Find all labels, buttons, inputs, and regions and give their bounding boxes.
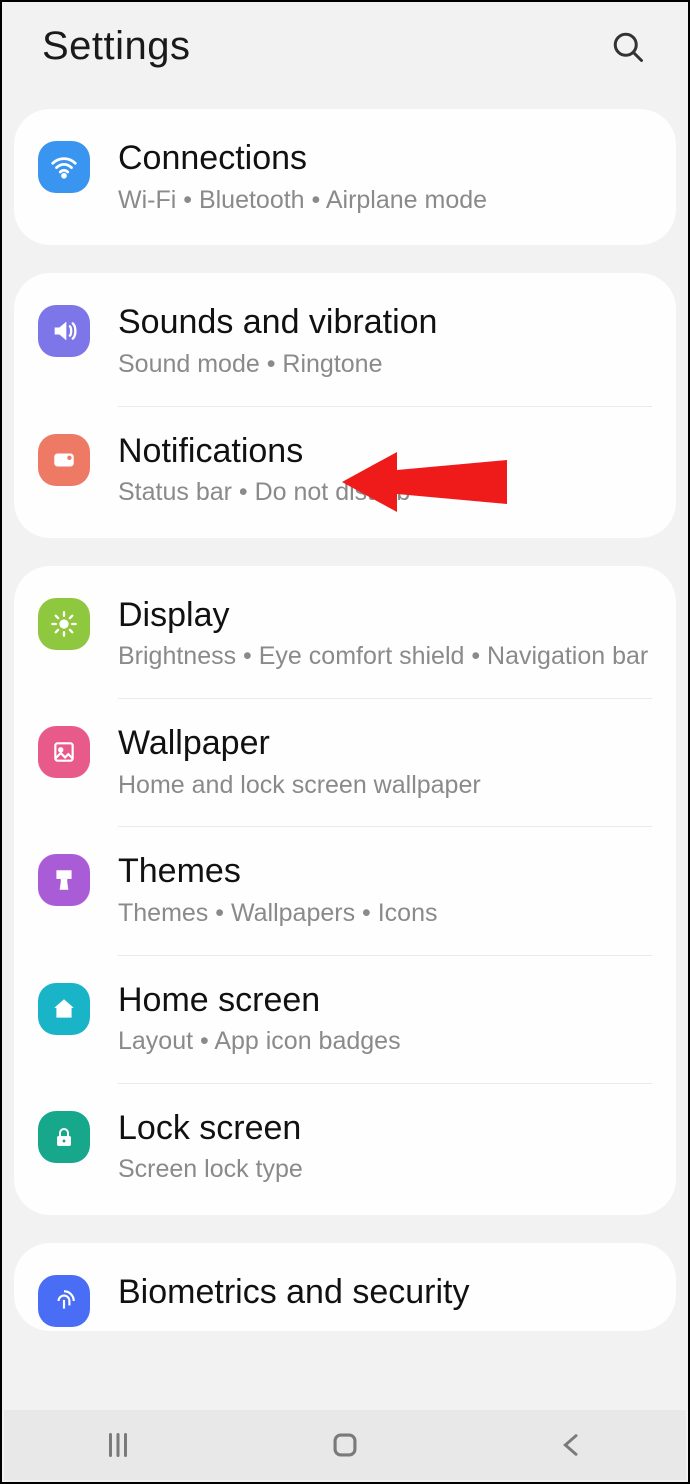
home-nav-icon (328, 1428, 362, 1462)
search-icon (610, 29, 646, 65)
sound-icon (38, 305, 90, 357)
settings-group: Display Brightness • Eye comfort shield … (14, 566, 676, 1215)
settings-item-notifications[interactable]: Notifications Status bar • Do not distur… (14, 406, 676, 534)
item-title: Connections (118, 137, 652, 180)
item-title: Themes (118, 850, 652, 893)
settings-group: Biometrics and security (14, 1243, 676, 1331)
search-button[interactable] (606, 25, 650, 69)
fingerprint-icon (38, 1275, 90, 1327)
item-subtitle: Sound mode • Ringtone (118, 348, 652, 382)
recents-icon (100, 1427, 136, 1463)
item-subtitle: Brightness • Eye comfort shield • Naviga… (118, 640, 652, 674)
item-subtitle: Screen lock type (118, 1153, 652, 1187)
settings-content: Connections Wi-Fi • Bluetooth • Airplane… (2, 109, 688, 1484)
nav-back-button[interactable] (512, 1415, 632, 1475)
image-icon (38, 726, 90, 778)
brightness-icon (38, 598, 90, 650)
item-title: Wallpaper (118, 722, 652, 765)
item-subtitle: Wi-Fi • Bluetooth • Airplane mode (118, 184, 652, 218)
item-title: Biometrics and security (118, 1271, 652, 1314)
home-icon (38, 983, 90, 1035)
settings-item-sounds[interactable]: Sounds and vibration Sound mode • Ringto… (14, 277, 676, 405)
settings-item-homescreen[interactable]: Home screen Layout • App icon badges (14, 955, 676, 1083)
item-subtitle: Themes • Wallpapers • Icons (118, 897, 652, 931)
item-title: Home screen (118, 979, 652, 1022)
nav-home-button[interactable] (285, 1415, 405, 1475)
settings-item-biometrics[interactable]: Biometrics and security (14, 1247, 676, 1327)
settings-header: Settings (2, 2, 688, 109)
settings-item-wallpaper[interactable]: Wallpaper Home and lock screen wallpaper (14, 698, 676, 826)
settings-item-connections[interactable]: Connections Wi-Fi • Bluetooth • Airplane… (14, 113, 676, 241)
lock-icon (38, 1111, 90, 1163)
wifi-icon (38, 141, 90, 193)
item-subtitle: Layout • App icon badges (118, 1025, 652, 1059)
settings-group: Sounds and vibration Sound mode • Ringto… (14, 273, 676, 538)
settings-item-themes[interactable]: Themes Themes • Wallpapers • Icons (14, 826, 676, 954)
settings-item-display[interactable]: Display Brightness • Eye comfort shield … (14, 570, 676, 698)
item-title: Lock screen (118, 1107, 652, 1150)
item-title: Sounds and vibration (118, 301, 652, 344)
settings-item-lockscreen[interactable]: Lock screen Screen lock type (14, 1083, 676, 1211)
brush-icon (38, 854, 90, 906)
item-title: Notifications (118, 430, 652, 473)
system-nav-bar (4, 1410, 686, 1480)
nav-recents-button[interactable] (58, 1415, 178, 1475)
item-subtitle: Status bar • Do not disturb (118, 476, 652, 510)
notification-icon (38, 434, 90, 486)
item-title: Display (118, 594, 652, 637)
page-title: Settings (42, 24, 191, 69)
settings-group: Connections Wi-Fi • Bluetooth • Airplane… (14, 109, 676, 245)
item-subtitle: Home and lock screen wallpaper (118, 769, 652, 803)
back-icon (556, 1429, 588, 1461)
